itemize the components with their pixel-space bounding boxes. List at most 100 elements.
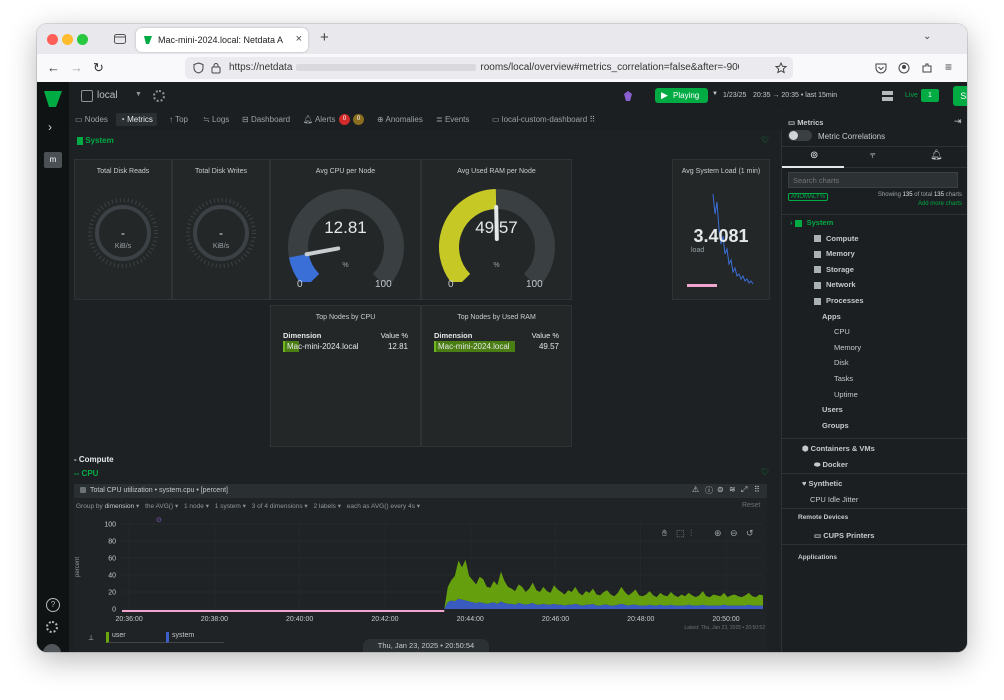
live-count-badge[interactable]: 1 [921, 89, 939, 102]
filter-tab-icon[interactable]: ⫧ [870, 150, 876, 161]
settings-gear-icon[interactable] [46, 621, 58, 633]
lock-icon[interactable] [211, 62, 221, 74]
card-top-nodes-cpu[interactable]: Top Nodes by CPU Dimension Value % Mac-m… [270, 305, 421, 447]
date-picker-range[interactable]: 20:35 → 20:35 • last 15min [753, 92, 837, 99]
charts-tab-icon[interactable]: ⊚ [810, 150, 818, 161]
toc-item[interactable]: Groups [822, 421, 849, 430]
minimize-window-button[interactable] [62, 34, 73, 45]
play-chevron-icon[interactable]: ▼ [712, 91, 718, 97]
toc-item[interactable]: Users [822, 405, 843, 414]
group-by-dropdown[interactable]: dimension [105, 503, 135, 510]
legend-sort-icon[interactable]: ⊥ [88, 634, 94, 642]
chart-info-icon[interactable]: ⓘ [705, 485, 713, 496]
close-window-button[interactable] [47, 34, 58, 45]
tab-events[interactable]: ≣ Events [436, 115, 469, 124]
alerts-warning-badge[interactable]: 0 [353, 114, 364, 125]
systems-filter[interactable]: 1 system [215, 503, 241, 510]
toc-item[interactable]: Apps [822, 312, 841, 321]
shield-icon[interactable] [193, 62, 204, 74]
card-disk-reads[interactable]: Total Disk Reads - KiB/s [74, 159, 172, 300]
card-top-nodes-ram[interactable]: Top Nodes by Used RAM Dimension Value % … [421, 305, 572, 447]
toc-item[interactable]: Storage [814, 265, 854, 274]
legend-item-system[interactable]: system [166, 632, 224, 643]
extensions-icon[interactable] [921, 62, 933, 74]
toc-synthetic[interactable]: ♥ Synthetic [802, 479, 842, 488]
nodes-filter[interactable]: 1 node [184, 503, 204, 510]
toc-cups-printers[interactable]: ▭ CUPS Printers [814, 531, 874, 540]
space-settings-icon[interactable] [153, 90, 165, 102]
tab-list-chevron-icon[interactable]: ⌄ [923, 31, 931, 42]
new-tab-icon[interactable]: + [320, 29, 329, 46]
help-icon[interactable]: ? [46, 598, 60, 612]
chart-expand-icon[interactable]: ⤢ [741, 485, 747, 495]
netdata-logo-icon[interactable] [43, 90, 63, 108]
system-heart-icon[interactable]: ♡ [761, 135, 769, 146]
toc-item[interactable]: CPU [834, 327, 850, 336]
tab-alerts[interactable]: 🔔︎ Alerts [303, 115, 335, 124]
bookmark-star-icon[interactable] [775, 62, 787, 74]
sidebar-toggle-icon[interactable] [114, 33, 126, 45]
space-chevron-icon[interactable]: ▼ [135, 91, 142, 98]
user-avatar[interactable] [43, 644, 61, 652]
play-button[interactable]: ▶ Playing [655, 88, 708, 103]
tab-top[interactable]: ↑ Top [169, 115, 188, 124]
labels-filter[interactable]: 2 labels [314, 503, 336, 510]
toc-item[interactable]: Memory [814, 249, 855, 258]
sign-in-button[interactable]: Sign in [953, 86, 967, 106]
card-avg-cpu[interactable]: Avg CPU per Node 12.81 % 0 100 [270, 159, 421, 300]
metric-correlations-toggle[interactable] [788, 130, 812, 141]
time-aggregation[interactable]: each as AVG() every 4s [347, 503, 415, 510]
nodes-layout-icon[interactable] [882, 91, 893, 101]
forward-arrow-icon[interactable]: → [70, 60, 83, 75]
toc-item[interactable]: Processes [814, 296, 864, 305]
expand-sidebar-icon[interactable]: › [48, 120, 52, 134]
toc-item[interactable]: Memory [834, 343, 861, 352]
space-avatar[interactable]: m [44, 152, 62, 168]
anomaly-sort-badge[interactable]: ANOMALY% [788, 193, 829, 201]
space-name[interactable]: local [97, 90, 118, 101]
zoom-window-button[interactable] [77, 34, 88, 45]
tab-metrics[interactable]: ◔ Metrics [116, 113, 157, 126]
toc-containers-vms[interactable]: ⬢ Containers & VMs [802, 444, 875, 453]
legend-item-user[interactable]: user [106, 632, 168, 643]
chart-alert-icon[interactable]: ⚠︎ [692, 485, 699, 494]
toc-item[interactable]: Uptime [834, 390, 858, 399]
alerts-tab-icon[interactable]: 🔔︎ [930, 150, 943, 161]
browser-tab-active[interactable]: Mac-mini-2024.local: Netdata A × [136, 28, 308, 52]
card-avg-ram[interactable]: Avg Used RAM per Node 49.57 % 0 100 [421, 159, 572, 300]
cpu-chart-plot[interactable]: 0 20 40 60 80 100 20:36:00 20:38:00 20:40:00 20:4… [74, 514, 767, 634]
tab-custom-dashboard[interactable]: ▭ local-custom-dashboard ⠿ [492, 115, 595, 124]
back-arrow-icon[interactable]: ← [47, 60, 60, 75]
top-cpu-row[interactable]: Mac-mini-2024.local 12.81 [283, 341, 408, 352]
reload-icon[interactable]: ↻ [93, 60, 104, 76]
date-picker-date[interactable]: 1/23/25 [723, 92, 746, 99]
menu-icon[interactable]: ≡ [945, 60, 952, 74]
chart-storage-icon[interactable]: ⊜ [717, 485, 724, 494]
assistant-icon[interactable] [623, 90, 633, 102]
toc-cpu-idle-jitter[interactable]: CPU Idle Jitter [810, 495, 858, 504]
add-more-charts-link[interactable]: Add more charts [918, 201, 962, 207]
search-charts-input[interactable] [788, 172, 958, 188]
alerts-critical-badge[interactable]: 0 [339, 114, 350, 125]
toc-item[interactable]: Compute [814, 234, 859, 243]
chart-drag-icon[interactable]: ⠿ [754, 485, 760, 494]
pocket-icon[interactable] [875, 62, 887, 74]
top-ram-row[interactable]: Mac-mini-2024.local 49.57 [434, 341, 559, 352]
tab-close-icon[interactable]: × [296, 33, 302, 45]
reset-button[interactable]: Reset [742, 502, 760, 509]
card-disk-writes[interactable]: Total Disk Writes - KiB/s [172, 159, 270, 300]
url-bar[interactable]: https://netdata rooms/local/overview#metr… [185, 57, 793, 79]
toc-item[interactable]: Tasks [834, 374, 853, 383]
toc-item[interactable]: Disk [834, 358, 849, 367]
card-system-load[interactable]: Avg System Load (1 min) 3.4081 load [672, 159, 770, 300]
space-icon[interactable] [81, 90, 93, 102]
tab-dashboard[interactable]: ⊟ Dashboard [242, 115, 290, 124]
chart-layers-icon[interactable]: ≋ [729, 485, 736, 494]
account-icon[interactable] [898, 62, 910, 74]
collapse-panel-icon[interactable]: ⇥ [954, 116, 962, 127]
tab-logs[interactable]: ≒ Logs [203, 115, 229, 124]
aggregation-dropdown[interactable]: the AVG() [145, 503, 173, 510]
cpu-heart-icon[interactable]: ♡ [761, 467, 769, 478]
toc-item[interactable]: Network [814, 280, 856, 289]
toc-docker[interactable]: ⬬ Docker [814, 460, 848, 470]
